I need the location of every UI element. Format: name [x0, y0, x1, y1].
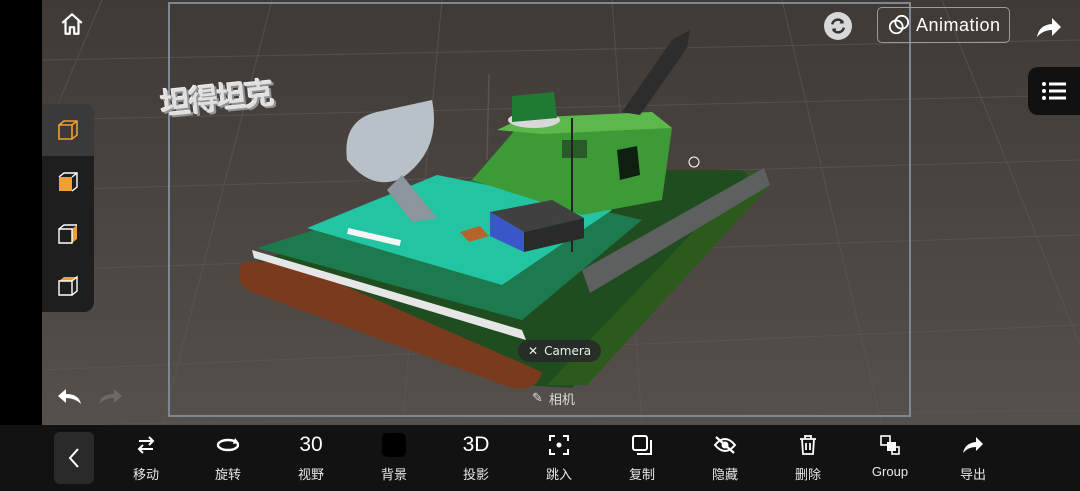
background-swatch — [382, 433, 406, 457]
home-icon — [61, 13, 83, 35]
camera-tag[interactable]: ✕ Camera — [518, 340, 602, 362]
camera-object-name: 相机 — [548, 393, 575, 408]
tool-delete[interactable]: 删除 — [773, 428, 843, 488]
camera-object-label[interactable]: ✎ 相机 — [532, 389, 575, 408]
tool-group[interactable]: Group — [855, 428, 925, 488]
tool-jump-in[interactable]: 跳入 — [524, 428, 594, 488]
jump-in-icon — [548, 428, 570, 462]
animation-button[interactable]: Animation — [877, 7, 1010, 43]
redo-icon — [99, 389, 122, 404]
cube-top-icon — [58, 275, 78, 296]
animation-label: Animation — [916, 14, 1001, 35]
view-left-button[interactable] — [42, 156, 94, 208]
tool-group-label: Group — [871, 464, 909, 479]
camera-tag-label: Camera — [544, 344, 592, 358]
tool-hide-label: 隐藏 — [711, 468, 738, 483]
undo-icon — [58, 389, 81, 404]
animation-icon — [888, 14, 910, 35]
cube-left-icon — [58, 172, 78, 192]
tool-move-label: 移动 — [132, 468, 159, 483]
refresh-icon — [830, 18, 846, 34]
move-icon — [135, 428, 157, 462]
undo-button[interactable] — [56, 386, 84, 408]
list-icon — [1042, 82, 1066, 100]
export-icon — [961, 428, 985, 462]
tool-background[interactable]: 背景 — [359, 428, 429, 488]
left-edge-bar — [0, 0, 42, 425]
redo-button[interactable] — [96, 386, 124, 408]
collapse-toolbar-button[interactable] — [54, 432, 94, 484]
refresh-button[interactable] — [824, 12, 852, 40]
tool-rotate[interactable]: 旋转 — [193, 428, 263, 488]
view-cube-panel — [42, 104, 94, 312]
tool-fov-label: 视野 — [297, 468, 324, 483]
tool-fov[interactable]: 30 视野 — [276, 428, 346, 488]
delete-icon — [798, 428, 818, 462]
group-icon — [879, 428, 901, 462]
tool-delete-label: 删除 — [794, 468, 821, 483]
copy-icon — [631, 428, 653, 462]
view-front-button[interactable] — [42, 208, 94, 260]
tool-background-label: 背景 — [380, 468, 407, 483]
tool-copy[interactable]: 复制 — [607, 428, 677, 488]
home-button[interactable] — [58, 10, 86, 38]
tool-jump-in-label: 跳入 — [545, 468, 572, 483]
tool-projection[interactable]: 3D 投影 — [441, 428, 511, 488]
tool-move[interactable]: 移动 — [111, 428, 181, 488]
share-button[interactable] — [1034, 12, 1064, 42]
projection-value: 3D — [462, 433, 490, 456]
tool-copy-label: 复制 — [628, 468, 655, 483]
close-icon[interactable]: ✕ — [528, 344, 538, 358]
fov-value: 30 — [299, 433, 323, 456]
tool-export[interactable]: 导出 — [938, 428, 1008, 488]
tool-projection-label: 投影 — [462, 468, 489, 483]
pencil-icon: ✎ — [532, 391, 543, 406]
view-top-button[interactable] — [42, 260, 94, 312]
view-perspective-button[interactable] — [42, 104, 94, 156]
tool-rotate-label: 旋转 — [214, 468, 241, 483]
cube-perspective-icon — [58, 120, 78, 140]
cube-front-icon — [58, 224, 77, 244]
share-arrow-icon — [1037, 18, 1061, 37]
hide-icon — [713, 428, 737, 462]
chevron-left-icon — [68, 448, 79, 468]
tool-export-label: 导出 — [959, 468, 986, 483]
object-list-button[interactable] — [1028, 67, 1080, 115]
tool-hide[interactable]: 隐藏 — [690, 428, 760, 488]
rotate-icon — [215, 428, 241, 462]
